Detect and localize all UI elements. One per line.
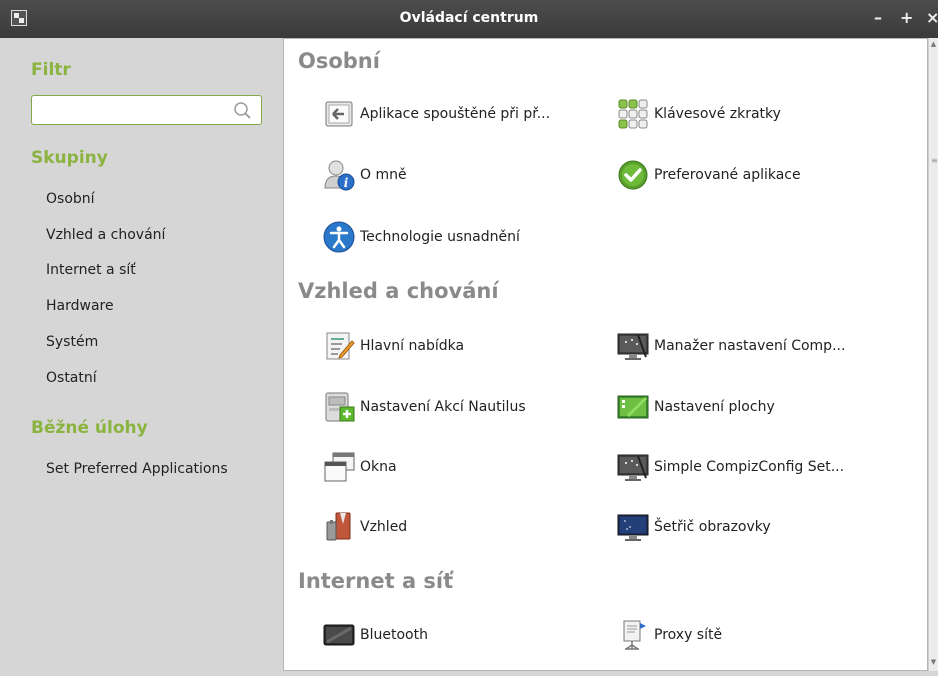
item-desktop-settings[interactable]: Nastavení plochy (616, 388, 775, 426)
section-title-vzhled: Vzhled a chování (298, 279, 499, 303)
keyboard-shortcuts-icon (618, 99, 648, 129)
sidebar-item-hardware[interactable]: Hardware (46, 298, 114, 314)
accessibility-icon (323, 221, 355, 253)
sidebar-item-osobni[interactable]: Osobní (46, 191, 95, 207)
item-label: Nastavení Akcí Nautilus (360, 399, 526, 415)
vertical-scrollbar[interactable]: ▲ ≡ ▼ (928, 38, 938, 671)
scroll-up-icon[interactable]: ▲ (929, 40, 938, 52)
about-me-icon: i (324, 160, 355, 191)
item-label: Klávesové zkratky (654, 106, 781, 122)
section-title-osobni: Osobní (298, 49, 380, 73)
sidebar-item-internet[interactable]: Internet a síť (46, 262, 136, 278)
simple-compizconfig-icon (617, 454, 649, 481)
item-label: Hlavní nabídka (360, 338, 465, 354)
search-icon[interactable] (233, 101, 251, 119)
maximize-button[interactable]: + (900, 8, 913, 27)
item-nautilus-actions[interactable]: Nastavení Akcí Nautilus (322, 388, 526, 426)
item-label: Technologie usnadnění (360, 229, 520, 245)
item-windows[interactable]: Okna (322, 448, 397, 486)
item-label: Aplikace spouštěné při př... (360, 106, 551, 122)
desktop-settings-icon (617, 395, 649, 419)
item-label: Preferované aplikace (654, 167, 801, 183)
search-field[interactable] (31, 95, 262, 125)
close-button[interactable]: × (926, 8, 938, 27)
compiz-manager-icon (617, 333, 649, 360)
task-set-preferred-applications[interactable]: Set Preferred Applications (46, 461, 228, 477)
main-menu-icon (326, 332, 355, 360)
item-label: Nastavení plochy (654, 399, 775, 415)
bluetooth-icon (323, 624, 355, 646)
groups-heading: Skupiny (31, 148, 108, 168)
item-appearance[interactable]: Vzhled (322, 508, 407, 546)
window-title: Ovládací centrum (399, 10, 539, 26)
window-titlebar: Ovládací centrum – + × (0, 0, 938, 38)
sidebar-item-vzhled[interactable]: Vzhled a chování (46, 227, 165, 243)
item-network-proxy[interactable]: Proxy sítě (616, 616, 722, 654)
preferred-apps-icon (618, 160, 648, 190)
filter-heading: Filtr (31, 60, 71, 80)
control-center-content: Osobní Aplikace spouštěné při př... Kláv… (283, 38, 928, 671)
item-screensaver[interactable]: Šetřič obrazovky (616, 508, 771, 546)
windows-icon (324, 452, 355, 482)
svg-text:i: i (344, 176, 349, 190)
item-label: O mně (360, 167, 407, 183)
item-preferred-apps[interactable]: Preferované aplikace (616, 156, 801, 194)
sidebar-item-system[interactable]: Systém (46, 334, 98, 350)
section-title-internet: Internet a síť (298, 569, 454, 593)
item-label: Vzhled (360, 519, 408, 535)
item-bluetooth[interactable]: Bluetooth (322, 616, 428, 654)
item-keyboard-shortcuts[interactable]: Klávesové zkratky (616, 95, 781, 133)
sidebar-item-ostatni[interactable]: Ostatní (46, 370, 97, 386)
appearance-icon (326, 512, 351, 541)
item-compiz-manager[interactable]: Manažer nastavení Comp... (616, 327, 845, 365)
scroll-down-icon[interactable]: ▼ (929, 658, 938, 670)
item-label: Šetřič obrazovky (654, 519, 771, 535)
minimize-button[interactable]: – (874, 8, 882, 27)
startup-apps-icon (325, 101, 353, 127)
sidebar: Filtr Skupiny Osobní Vzhled a chování In… (0, 38, 282, 676)
nautilus-actions-icon (325, 392, 355, 422)
item-startup-apps[interactable]: Aplikace spouštěné při př... (322, 95, 550, 133)
network-proxy-icon (623, 620, 646, 650)
item-label: Okna (360, 459, 397, 475)
screensaver-icon (617, 514, 649, 541)
item-about-me[interactable]: i O mně (322, 156, 407, 194)
item-label: Simple CompizConfig Set... (654, 459, 845, 475)
window-bottom-border (0, 671, 938, 676)
scroll-thumb-grip[interactable]: ≡ (931, 156, 938, 165)
item-main-menu[interactable]: Hlavní nabídka (322, 327, 464, 365)
tasks-heading: Běžné úlohy (31, 418, 148, 438)
item-accessibility[interactable]: Technologie usnadnění (322, 218, 520, 256)
item-label: Proxy sítě (654, 627, 723, 643)
item-simple-compizconfig[interactable]: Simple CompizConfig Set... (616, 448, 844, 486)
item-label: Manažer nastavení Comp... (654, 338, 846, 354)
item-label: Bluetooth (360, 627, 428, 643)
